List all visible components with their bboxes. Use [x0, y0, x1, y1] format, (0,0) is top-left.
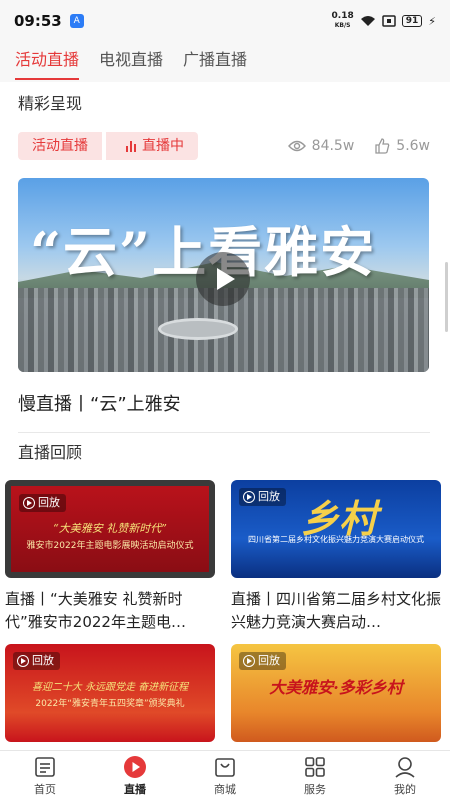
thumbnail-caption: 大美雅安·多彩乡村: [269, 678, 403, 697]
thumbnail-caption: “大美雅安 礼赞新时代”: [53, 522, 167, 535]
replay-badge-label: 回放: [32, 654, 54, 667]
shop-icon: [215, 758, 235, 777]
battery-indicator: 91: [401, 15, 423, 27]
replay-thumbnail[interactable]: 回放 喜迎二十大 永远跟党走 奋进新征程 2022年“雅安青年五四奖章”颁奖典礼: [5, 644, 215, 742]
scrollbar[interactable]: [445, 262, 448, 332]
status-indicators: 0.18 KB/S 91 ⚡: [332, 12, 436, 30]
status-time: 09:53: [14, 12, 62, 30]
services-grid-icon: [305, 757, 325, 777]
like-count-value: 5.6w: [396, 138, 430, 154]
thumbnail-subtitle: 雅安市2022年主题电影展映活动启动仪式: [26, 541, 194, 551]
replay-card-title[interactable]: 直播丨四川省第二届乡村文化振兴魅力竞演大赛启动…: [231, 588, 441, 634]
home-icon: [35, 757, 55, 777]
tab-tv-live[interactable]: 电视直播: [99, 42, 163, 82]
replay-badge-label: 回放: [258, 490, 280, 503]
view-count: 84.5w: [287, 138, 355, 154]
replay-badge: 回放: [239, 488, 286, 506]
nav-services-label: 服务: [304, 783, 326, 796]
thumbs-up-icon: [375, 138, 390, 154]
divider: [18, 432, 430, 433]
replay-card[interactable]: 回放 乡村 四川省第二届乡村文化振兴魅力竞演大赛启动仪式 直播丨四川省第二届乡村…: [231, 480, 441, 634]
featured-live-title[interactable]: 慢直播丨“云”上雅安: [18, 390, 181, 416]
play-icon[interactable]: [196, 252, 250, 306]
nav-services[interactable]: 服务: [270, 751, 360, 800]
category-tag: 活动直播: [18, 132, 102, 160]
like-count[interactable]: 5.6w: [374, 138, 430, 154]
review-section-title: 直播回顾: [18, 443, 83, 462]
replay-play-icon: [243, 491, 255, 503]
tab-radio-live[interactable]: 广播直播: [183, 42, 247, 82]
replay-card[interactable]: 回放 大美雅安·多彩乡村: [231, 644, 441, 742]
thumbnail-subtitle: 四川省第二届乡村文化振兴魅力竞演大赛启动仪式: [248, 535, 424, 544]
nav-profile[interactable]: 我的: [360, 751, 450, 800]
live-status-label: 直播中: [142, 138, 184, 154]
replay-badge: 回放: [239, 652, 286, 670]
live-content: 精彩呈现 活动直播 直播中 84.5w 5.6w “云”上看雅安 慢直播丨“云”…: [0, 82, 450, 750]
bottom-navigation: 首页 直播 商城 服务 我的: [0, 750, 450, 800]
hero-stadium: [158, 318, 238, 340]
live-status-tag: 直播中: [106, 132, 198, 160]
nav-live[interactable]: 直播: [90, 751, 180, 800]
thumbnail-caption: 喜迎二十大 永远跟党走 奋进新征程: [31, 682, 189, 693]
profile-icon: [395, 757, 415, 778]
featured-live-thumbnail[interactable]: “云”上看雅安: [18, 178, 429, 372]
live-bars-icon: [126, 140, 136, 152]
nav-profile-label: 我的: [394, 783, 416, 796]
replay-play-icon: [17, 655, 29, 667]
replay-badge: 回放: [13, 652, 60, 670]
nav-shop[interactable]: 商城: [180, 751, 270, 800]
wifi-icon: [360, 16, 375, 26]
nav-home-label: 首页: [34, 783, 56, 796]
status-bar: 09:53 A 0.18 KB/S 91 ⚡: [0, 0, 450, 42]
replay-play-icon: [23, 497, 35, 509]
replay-thumbnail[interactable]: 回放 乡村 四川省第二届乡村文化振兴魅力竞演大赛启动仪式: [231, 480, 441, 578]
replay-play-icon: [243, 655, 255, 667]
tab-activity-live[interactable]: 活动直播: [15, 42, 80, 82]
speed-unit: KB/S: [334, 22, 351, 29]
screen-cast-icon: [381, 15, 396, 27]
replay-badge-label: 回放: [38, 496, 60, 509]
replay-card[interactable]: 回放 喜迎二十大 永远跟党走 奋进新征程 2022年“雅安青年五四奖章”颁奖典礼: [5, 644, 215, 742]
live-play-icon: [124, 756, 146, 778]
replay-badge-label: 回放: [258, 654, 280, 667]
replay-badge: 回放: [19, 494, 66, 512]
replay-card-title[interactable]: 直播丨“大美雅安 礼赞新时代”雅安市2022年主题电…: [5, 588, 215, 634]
speed-value: 0.18: [331, 11, 354, 21]
featured-stats: 84.5w 5.6w: [287, 138, 430, 154]
nav-home[interactable]: 首页: [0, 751, 90, 800]
replay-thumbnail[interactable]: 回放 “大美雅安 礼赞新时代” 雅安市2022年主题电影展映活动启动仪式: [5, 480, 215, 578]
app-store-icon: A: [69, 14, 84, 28]
charging-icon: ⚡: [428, 14, 436, 28]
replay-card[interactable]: 回放 “大美雅安 礼赞新时代” 雅安市2022年主题电影展映活动启动仪式 直播丨…: [5, 480, 215, 634]
eye-icon: [287, 140, 306, 152]
view-count-value: 84.5w: [311, 138, 355, 154]
nav-live-label: 直播: [124, 783, 146, 796]
featured-meta-row: 活动直播 直播中 84.5w 5.6w: [18, 132, 430, 160]
live-category-tabs: 活动直播 电视直播 广播直播: [0, 42, 450, 82]
replay-thumbnail[interactable]: 回放 大美雅安·多彩乡村: [231, 644, 441, 742]
network-speed: 0.18 KB/S: [332, 12, 354, 30]
nav-shop-label: 商城: [214, 783, 236, 796]
thumbnail-subtitle: 2022年“雅安青年五四奖章”颁奖典礼: [35, 699, 185, 709]
featured-section-title: 精彩呈现: [18, 94, 83, 113]
